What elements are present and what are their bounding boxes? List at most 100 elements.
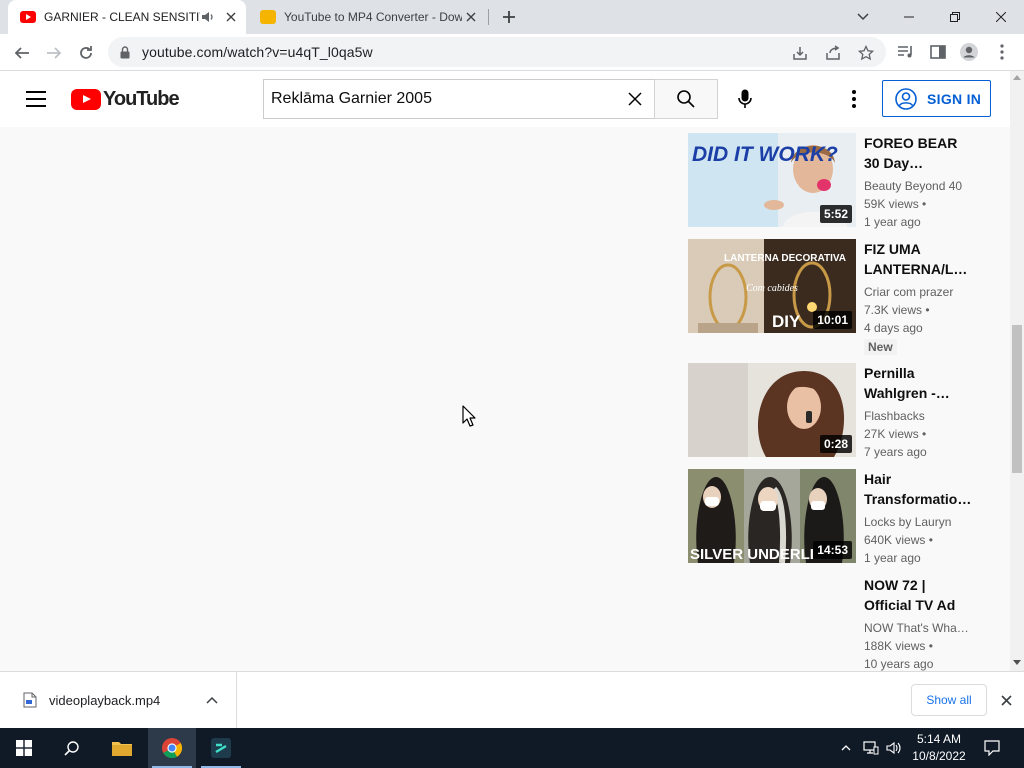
chevron-up-icon[interactable] <box>204 692 220 708</box>
video-meta: Pernilla Wahlgren -… Flashbacks 27K view… <box>864 363 974 461</box>
restore-button[interactable] <box>932 0 978 34</box>
close-icon <box>996 12 1006 22</box>
notifications-button[interactable] <box>978 728 1006 768</box>
recommended-video[interactable]: LANTERNA DECORATIVA Com cabides DIY 10:0… <box>688 239 988 363</box>
chrome-taskbar-button[interactable] <box>148 728 196 768</box>
channel-name[interactable]: Beauty Beyond 40 <box>864 177 974 195</box>
converter-favicon-icon <box>260 10 276 24</box>
video-meta: FOREO BEAR 30 Day… Beauty Beyond 40 59K … <box>864 133 974 231</box>
video-editor-taskbar-button[interactable] <box>197 728 245 768</box>
duration-badge: 10:01 <box>813 311 852 329</box>
channel-name[interactable]: Flashbacks <box>864 407 974 425</box>
side-panel-icon[interactable] <box>928 42 948 62</box>
video-title[interactable]: FIZ UMA LANTERNA/L… <box>864 239 974 279</box>
clock-time: 5:14 AM <box>916 732 962 746</box>
channel-name[interactable]: Locks by Lauryn <box>864 513 974 531</box>
reload-button[interactable] <box>73 40 99 66</box>
channel-name[interactable]: Criar com prazer <box>864 283 974 301</box>
guide-menu-icon[interactable] <box>24 87 48 111</box>
browser-toolbar: youtube.com/watch?v=u4qT_l0qa5w <box>0 34 1024 71</box>
download-shelf: videoplayback.mp4 Show all <box>0 671 1024 728</box>
video-thumbnail[interactable]: SILVER UNDERLI 14:53 <box>688 469 856 563</box>
video-thumbnail[interactable]: 0:28 <box>688 363 856 457</box>
chrome-menu-icon[interactable] <box>992 42 1012 62</box>
download-file-name[interactable]: videoplayback.mp4 <box>49 693 204 708</box>
install-app-icon[interactable] <box>791 44 809 62</box>
chevron-down-icon <box>857 13 869 21</box>
video-thumbnail[interactable]: DID IT WORK? 5:52 <box>688 133 856 227</box>
forward-button[interactable] <box>41 40 67 66</box>
tab-close-icon[interactable] <box>222 8 240 26</box>
settings-menu-icon[interactable] <box>843 86 865 112</box>
windows-taskbar: 5:14 AM 10/8/2022 <box>0 728 1024 768</box>
show-all-downloads-button[interactable]: Show all <box>911 684 987 716</box>
upload-age: 1 year ago <box>864 215 921 229</box>
recommended-video[interactable]: 0:28 Pernilla Wahlgren -… Flashbacks 27K… <box>688 363 988 463</box>
tab-title: GARNIER - CLEAN SENSITIVE <box>44 10 200 24</box>
view-count: 640K views • <box>864 533 933 547</box>
new-tab-button[interactable] <box>498 6 520 28</box>
channel-name[interactable]: NOW That's Wha… <box>864 619 974 637</box>
lock-icon[interactable] <box>118 45 132 59</box>
youtube-masthead: YouTube Reklāma Garnier 2005 SIGN IN <box>0 71 1010 127</box>
search-input[interactable]: Reklāma Garnier 2005 <box>263 79 655 119</box>
mouse-cursor-icon <box>462 405 476 427</box>
speaker-icon[interactable] <box>200 10 216 24</box>
profile-avatar-icon[interactable] <box>959 42 979 62</box>
search-query[interactable]: Reklāma Garnier 2005 <box>271 90 623 108</box>
file-explorer-button[interactable] <box>98 728 146 768</box>
youtube-play-logo-icon <box>71 89 101 110</box>
upload-age: 1 year ago <box>864 551 921 565</box>
tab-youtube-garnier[interactable]: GARNIER - CLEAN SENSITIVE <box>8 0 246 34</box>
arrow-left-icon <box>14 47 29 59</box>
arrow-right-icon <box>47 47 62 59</box>
bookmark-star-icon[interactable] <box>857 44 875 62</box>
recommended-video[interactable]: NOW 72 | Official TV Ad NOW That's Wha… … <box>688 575 988 671</box>
video-meta: FIZ UMA LANTERNA/L… Criar com prazer 7.3… <box>864 239 974 356</box>
volume-icon[interactable] <box>884 728 904 768</box>
show-hidden-icons-button[interactable] <box>838 728 854 768</box>
video-title[interactable]: FOREO BEAR 30 Day… <box>864 133 974 173</box>
address-bar[interactable]: youtube.com/watch?v=u4qT_l0qa5w <box>108 37 886 67</box>
windows-logo-icon <box>16 740 32 756</box>
video-thumbnail[interactable] <box>688 575 856 669</box>
tab-search-button[interactable] <box>852 6 874 28</box>
search-icon <box>677 90 695 108</box>
scroll-up-arrow-icon[interactable] <box>1013 75 1021 80</box>
download-item[interactable]: videoplayback.mp4 <box>0 672 237 728</box>
back-button[interactable] <box>9 40 35 66</box>
scroll-down-arrow-icon[interactable] <box>1013 660 1021 665</box>
tab-mp4-converter[interactable]: YouTube to MP4 Converter - Dow <box>250 0 486 34</box>
close-window-button[interactable] <box>978 0 1024 34</box>
thumb-text-did-it: DID IT WORK? <box>692 143 838 166</box>
video-thumbnail[interactable]: LANTERNA DECORATIVA Com cabides DIY 10:0… <box>688 239 856 333</box>
view-count: 188K views • <box>864 639 933 653</box>
recommended-video[interactable]: DID IT WORK? 5:52 FOREO BEAR 30 Day… Bea… <box>688 133 988 233</box>
thumb-text-diy: DIY <box>772 312 801 331</box>
clear-search-icon[interactable] <box>623 87 647 111</box>
taskbar-search-button[interactable] <box>48 728 96 768</box>
tab-close-icon[interactable] <box>462 8 480 26</box>
network-icon[interactable] <box>861 728 881 768</box>
upload-age: 4 days ago <box>864 321 923 335</box>
scrollbar-thumb[interactable] <box>1012 325 1022 473</box>
sign-in-button[interactable]: SIGN IN <box>882 80 991 117</box>
taskbar-clock[interactable]: 5:14 AM 10/8/2022 <box>906 731 972 765</box>
search-button[interactable] <box>654 79 718 119</box>
restore-icon <box>950 12 960 22</box>
watch-page-content: DID IT WORK? 5:52 FOREO BEAR 30 Day… Bea… <box>0 127 1010 671</box>
video-title[interactable]: Hair Transformatio… <box>864 469 974 509</box>
youtube-logo[interactable]: YouTube <box>71 88 180 111</box>
video-meta: NOW 72 | Official TV Ad NOW That's Wha… … <box>864 575 974 671</box>
close-shelf-icon[interactable] <box>996 690 1016 710</box>
video-title[interactable]: Pernilla Wahlgren -… <box>864 363 974 403</box>
voice-search-button[interactable] <box>732 86 758 112</box>
page-scrollbar[interactable] <box>1010 71 1024 671</box>
media-control-icon[interactable] <box>896 42 916 62</box>
minimize-button[interactable] <box>886 0 932 34</box>
start-button[interactable] <box>0 728 48 768</box>
youtube-logo-text: YouTube <box>103 88 180 110</box>
recommended-video[interactable]: SILVER UNDERLI 14:53 Hair Transformatio…… <box>688 469 988 569</box>
share-icon[interactable] <box>824 44 842 62</box>
video-title[interactable]: NOW 72 | Official TV Ad <box>864 575 974 615</box>
